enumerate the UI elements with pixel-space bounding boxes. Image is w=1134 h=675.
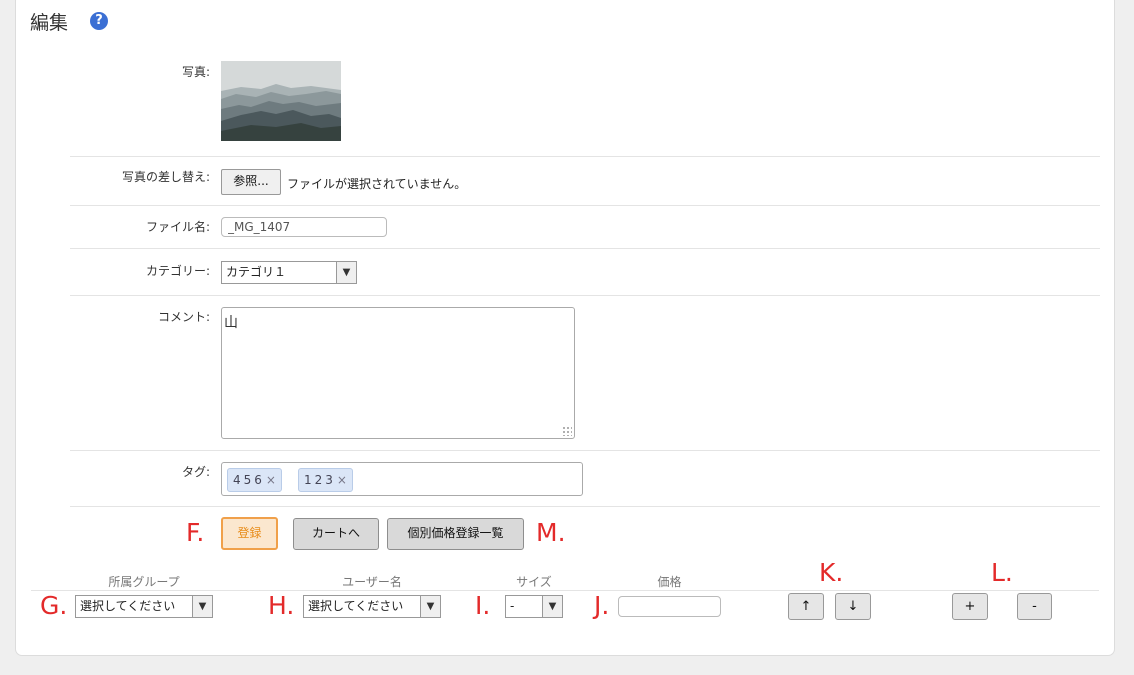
remove-row-button[interactable]: - xyxy=(1017,593,1052,620)
column-header-user: ユーザー名 xyxy=(342,575,402,589)
size-select[interactable]: - ▼ xyxy=(505,595,563,618)
register-button[interactable]: 登録 xyxy=(221,517,278,550)
tag-text: 123 xyxy=(304,473,336,487)
marker-i: I. xyxy=(475,591,491,620)
size-select-value: - xyxy=(510,599,515,613)
group-select-value: 選択してください xyxy=(80,599,176,613)
filename-label: ファイル名: xyxy=(145,220,210,234)
marker-f: F. xyxy=(186,518,205,547)
chevron-down-icon: ▼ xyxy=(542,596,562,617)
comment-textarea[interactable]: 山 xyxy=(221,307,575,439)
tag-chip: 456× xyxy=(227,468,282,492)
user-select[interactable]: 選択してください ▼ xyxy=(303,595,441,618)
divider xyxy=(70,248,1100,249)
add-row-button[interactable]: + xyxy=(952,593,988,620)
browse-button[interactable]: 参照... xyxy=(221,169,281,195)
marker-j: J. xyxy=(594,591,610,620)
divider xyxy=(31,590,1099,591)
add-to-cart-button[interactable]: カートへ xyxy=(293,518,379,550)
marker-h: H. xyxy=(268,591,295,620)
close-icon[interactable]: × xyxy=(266,473,276,487)
divider xyxy=(70,450,1100,451)
group-select[interactable]: 選択してください ▼ xyxy=(75,595,213,618)
marker-g: G. xyxy=(40,591,68,620)
price-list-button[interactable]: 個別価格登録一覧 xyxy=(387,518,524,550)
tags-label: タグ: xyxy=(181,465,210,479)
column-header-size: サイズ xyxy=(516,575,552,589)
marker-l: L. xyxy=(991,558,1013,587)
page-title: 編集 xyxy=(30,12,69,34)
user-select-value: 選択してください xyxy=(308,599,404,613)
chevron-down-icon: ▼ xyxy=(336,262,356,283)
chevron-down-icon: ▼ xyxy=(420,596,440,617)
filename-input[interactable] xyxy=(221,217,387,237)
tags-input[interactable]: 456× 123× xyxy=(221,462,583,496)
photo-thumbnail xyxy=(221,61,341,141)
move-up-button[interactable]: ↑ xyxy=(788,593,824,620)
column-header-group: 所属グループ xyxy=(108,575,180,589)
file-status-text: ファイルが選択されていません。 xyxy=(287,177,467,191)
question-circle-icon[interactable]: ? xyxy=(90,12,108,30)
divider xyxy=(70,506,1100,507)
move-down-button[interactable]: ↓ xyxy=(835,593,871,620)
close-icon[interactable]: × xyxy=(337,473,347,487)
chevron-down-icon: ▼ xyxy=(192,596,212,617)
tag-text: 456 xyxy=(233,473,265,487)
divider xyxy=(70,295,1100,296)
mountain-photo xyxy=(221,61,341,141)
column-header-price: 価格 xyxy=(657,575,682,589)
replace-photo-label: 写真の差し替え: xyxy=(121,170,210,184)
price-input[interactable] xyxy=(618,596,721,617)
comment-label: コメント: xyxy=(157,310,210,324)
category-select-value: カテゴリ１ xyxy=(226,265,287,279)
category-select[interactable]: カテゴリ１ ▼ xyxy=(221,261,357,284)
resize-grip-icon[interactable] xyxy=(562,426,572,436)
category-label: カテゴリー: xyxy=(145,264,210,278)
marker-k: K. xyxy=(819,558,844,587)
tag-chip: 123× xyxy=(298,468,353,492)
photo-label: 写真: xyxy=(181,65,210,79)
marker-m: M. xyxy=(536,518,566,547)
divider xyxy=(70,156,1100,157)
divider xyxy=(70,205,1100,206)
comment-text: 山 xyxy=(224,315,238,331)
